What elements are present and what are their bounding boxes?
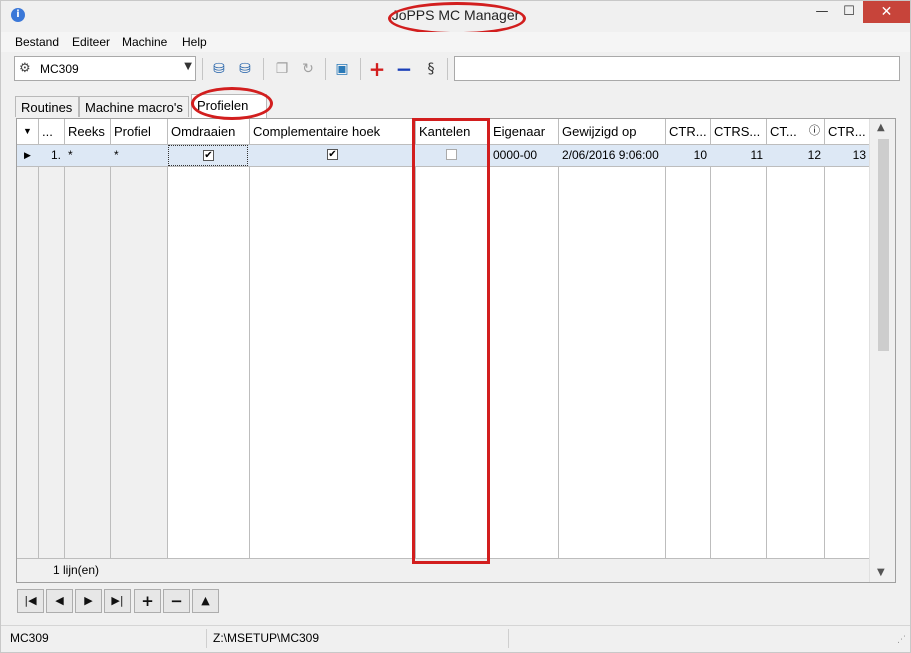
grid-line — [665, 119, 666, 558]
cell-profiel[interactable]: * — [111, 145, 167, 166]
grid-line — [766, 119, 767, 558]
row-indicator-icon: ▶ — [24, 150, 31, 160]
scroll-thumb[interactable] — [878, 139, 889, 351]
title-annotation-ellipse — [388, 2, 526, 35]
header-ct-label: CT... — [770, 124, 797, 139]
export-db-icon[interactable]: ⛁ — [208, 58, 230, 80]
grid-line — [558, 119, 559, 558]
header-ct[interactable]: CT... ⓘ — [767, 119, 824, 144]
previous-record-button[interactable]: ◀ — [46, 589, 73, 613]
cell-ctrs[interactable]: 11 — [711, 145, 766, 166]
cell-index[interactable]: 1. — [39, 145, 64, 166]
header-ctr[interactable]: CTR... — [666, 119, 710, 144]
cell-omdraaien[interactable]: ✔ — [168, 145, 248, 166]
cell-ctr-2[interactable]: 13 — [825, 145, 869, 166]
toolbar-separator — [202, 58, 203, 80]
import-db-icon[interactable]: ⛁ — [234, 58, 256, 80]
header-omdraaien[interactable]: Omdraaien — [168, 119, 249, 144]
link-icon[interactable]: § — [420, 58, 442, 80]
status-machine: MC309 — [10, 631, 49, 645]
machine-icon: ⚙ — [19, 61, 31, 76]
cell-gewijzigd-op[interactable]: 2/06/2016 9:06:00 — [559, 145, 665, 166]
header-complementaire-hoek[interactable]: Complementaire hoek — [250, 119, 415, 144]
scroll-top-button[interactable]: ▲ — [192, 589, 219, 613]
column-chooser-icon[interactable]: ▼ — [17, 119, 38, 144]
menu-machine[interactable]: Machine — [122, 35, 167, 49]
cell-ctr[interactable]: 10 — [666, 145, 710, 166]
status-path: Z:\MSETUP\MC309 — [213, 631, 320, 645]
header-gewijzigd-op[interactable]: Gewijzigd op — [559, 119, 665, 144]
complementaire-hoek-checkbox[interactable]: ✔ — [327, 149, 338, 160]
status-separator — [508, 629, 509, 648]
grid-line — [110, 119, 111, 558]
menu-bar: Bestand Editeer Machine Help — [1, 32, 910, 52]
redo-icon[interactable]: ↻ — [297, 58, 319, 80]
next-record-button[interactable]: ▶ — [75, 589, 102, 613]
status-bar: MC309 Z:\MSETUP\MC309 ⋰ — [1, 625, 910, 652]
grid-line — [167, 119, 168, 558]
omdraaien-checkbox[interactable]: ✔ — [203, 150, 214, 161]
menu-help[interactable]: Help — [182, 35, 207, 49]
minimize-button[interactable]: — — [808, 1, 836, 23]
grid-line — [710, 119, 711, 558]
scroll-down-icon[interactable]: ▼ — [877, 567, 885, 578]
tab-routines[interactable]: Routines — [15, 96, 79, 117]
remove-icon[interactable]: − — [393, 58, 415, 80]
grid-line — [824, 119, 825, 558]
toolbar-separator — [447, 58, 448, 80]
grid-line — [64, 119, 65, 558]
info-icon: ⓘ — [809, 125, 820, 137]
header-reeks[interactable]: Reeks — [65, 119, 110, 144]
machine-select[interactable]: ⚙ MC309 ▼ — [14, 56, 196, 81]
maximize-button[interactable]: ☐ — [835, 1, 863, 23]
grid-line — [249, 119, 250, 558]
toolbar-separator — [325, 58, 326, 80]
cell-eigenaar[interactable]: 0000-00 — [490, 145, 558, 166]
header-eigenaar[interactable]: Eigenaar — [490, 119, 558, 144]
header-profiel[interactable]: Profiel — [111, 119, 167, 144]
grid-line — [38, 119, 39, 558]
vertical-scrollbar[interactable]: ▲ ▼ — [869, 119, 895, 582]
tab-annotation-ellipse — [191, 87, 273, 120]
close-button[interactable]: ✕ — [863, 1, 910, 23]
add-icon[interactable]: + — [366, 58, 388, 80]
toolbar-separator — [263, 58, 264, 80]
header-ctr-2[interactable]: CTR... — [825, 119, 869, 144]
last-record-button[interactable]: ▶| — [104, 589, 131, 613]
readonly-column-shade — [17, 119, 168, 558]
toolbar-separator — [360, 58, 361, 80]
tab-machine-macros[interactable]: Machine macro's — [79, 96, 189, 117]
search-input[interactable] — [454, 56, 900, 81]
delete-record-button[interactable]: − — [163, 589, 190, 613]
chevron-down-icon: ▼ — [184, 61, 192, 72]
machine-select-value: MC309 — [40, 62, 79, 76]
menu-bestand[interactable]: Bestand — [15, 35, 59, 49]
cell-ct[interactable]: 12 — [767, 145, 824, 166]
row-count: 1 lijn(en) — [53, 563, 100, 577]
app-window: i JoPPS MC Manager — ☐ ✕ Bestand Editeer… — [0, 0, 911, 653]
first-record-button[interactable]: |◀ — [17, 589, 44, 613]
scroll-up-icon[interactable]: ▲ — [877, 122, 885, 133]
resize-grip-icon[interactable]: ⋰ — [897, 635, 906, 645]
kantelen-annotation-box — [412, 118, 490, 564]
status-separator — [206, 629, 207, 648]
copy-icon[interactable]: ❐ — [271, 58, 293, 80]
toolbar: ⚙ MC309 ▼ ⛁ ⛁ ❐ ↻ ▣ + − § — [1, 53, 910, 87]
cell-complementaire-hoek[interactable]: ✔ — [250, 145, 415, 166]
cell-reeks[interactable]: * — [65, 145, 110, 166]
add-record-button[interactable]: + — [134, 589, 161, 613]
package-icon[interactable]: ▣ — [331, 58, 353, 80]
header-index[interactable]: ... — [39, 119, 64, 144]
menu-editeer[interactable]: Editeer — [72, 35, 110, 49]
header-ctrs[interactable]: CTRS... — [711, 119, 766, 144]
